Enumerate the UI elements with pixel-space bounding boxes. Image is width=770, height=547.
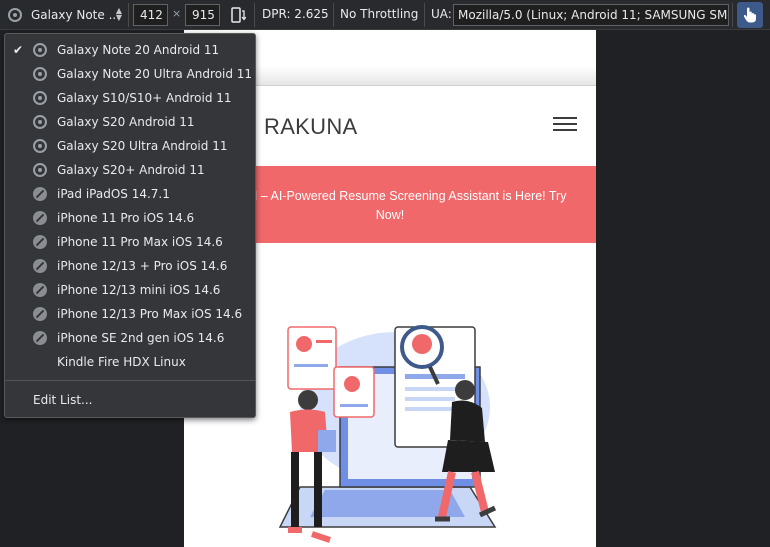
chrome-icon (33, 115, 47, 129)
device-option[interactable]: Kindle Fire HDX Linux (5, 350, 255, 374)
device-option[interactable]: Galaxy S20 Ultra Android 11 (5, 134, 255, 158)
touch-toggle-button[interactable] (737, 2, 763, 28)
device-select-label: Galaxy Note ... (31, 7, 121, 22)
safari-icon (33, 307, 47, 321)
dimension-separator: × (172, 7, 182, 20)
height-input[interactable]: 915 (185, 4, 220, 26)
device-option-label: iPhone 12/13 + Pro iOS 14.6 (57, 259, 228, 273)
device-option[interactable]: iPhone SE 2nd gen iOS 14.6 (5, 326, 255, 350)
device-option-label: Galaxy S20+ Android 11 (57, 163, 205, 177)
device-option[interactable]: iPhone 12/13 mini iOS 14.6 (5, 278, 255, 302)
width-input[interactable]: 412 (133, 4, 168, 26)
device-option-label: Galaxy Note 20 Android 11 (57, 43, 220, 57)
chrome-icon (33, 139, 47, 153)
select-arrows-icon: ▲ ▼ (115, 6, 122, 22)
toolbar-divider (128, 3, 129, 27)
safari-icon (33, 235, 47, 249)
device-option-label: Galaxy S20 Android 11 (57, 115, 195, 129)
ua-label: UA: (431, 7, 452, 21)
device-option[interactable]: Galaxy S20 Android 11 (5, 110, 255, 134)
throttling-select[interactable]: No Throttling (340, 7, 418, 21)
device-option[interactable]: iPhone 11 Pro iOS 14.6 (5, 206, 255, 230)
toolbar-divider (732, 3, 733, 27)
device-option[interactable]: iPhone 12/13 Pro Max iOS 14.6 (5, 302, 255, 326)
safari-icon (33, 283, 47, 297)
checkmark-icon: ✔ (13, 43, 24, 57)
touch-hand-icon (743, 7, 756, 23)
device-select[interactable]: Galaxy Note ... ▲ ▼ (4, 3, 126, 26)
device-option-label: Kindle Fire HDX Linux (57, 355, 186, 369)
dpr-select[interactable]: DPR: 2.625 (262, 7, 329, 21)
toolbar-divider (333, 3, 334, 27)
device-option-label: Galaxy S10/S10+ Android 11 (57, 91, 232, 105)
safari-icon (33, 331, 47, 345)
chrome-icon (33, 43, 47, 57)
device-option-label: iPad iPadOS 14.7.1 (57, 187, 170, 201)
device-option[interactable]: Galaxy Note 20 Ultra Android 11 (5, 62, 255, 86)
device-option[interactable]: Galaxy S20+ Android 11 (5, 158, 255, 182)
rotate-icon[interactable] (230, 6, 246, 24)
edit-list-item[interactable]: Edit List... (33, 393, 92, 407)
chrome-icon (33, 67, 47, 81)
chrome-icon (33, 163, 47, 177)
device-option-label: iPhone SE 2nd gen iOS 14.6 (57, 331, 225, 345)
device-option-label: iPhone 11 Pro iOS 14.6 (57, 211, 195, 225)
device-option-label: iPhone 11 Pro Max iOS 14.6 (57, 235, 223, 249)
site-logo[interactable]: RAKUNA (264, 114, 358, 140)
hero-illustration (278, 325, 497, 543)
device-toolbar: Galaxy Note ... ▲ ▼ 412 × 915 DPR: 2.625 … (0, 0, 770, 30)
device-option-label: iPhone 12/13 mini iOS 14.6 (57, 283, 221, 297)
device-option[interactable]: iPhone 11 Pro Max iOS 14.6 (5, 230, 255, 254)
device-option[interactable]: ✔ Galaxy Note 20 Android 11 (5, 38, 255, 62)
device-option-label: Galaxy Note 20 Ultra Android 11 (57, 67, 253, 81)
safari-icon (33, 187, 47, 201)
toolbar-divider (424, 3, 425, 27)
menu-divider (5, 380, 255, 381)
safari-icon (33, 211, 47, 225)
menu-icon[interactable] (553, 117, 577, 131)
device-option-label: iPhone 12/13 Pro Max iOS 14.6 (57, 307, 243, 321)
toolbar-divider (254, 3, 255, 27)
chrome-icon (33, 91, 47, 105)
device-option-label: Galaxy S20 Ultra Android 11 (57, 139, 228, 153)
device-option[interactable]: Galaxy S10/S10+ Android 11 (5, 86, 255, 110)
device-option[interactable]: iPhone 12/13 + Pro iOS 14.6 (5, 254, 255, 278)
safari-icon (33, 259, 47, 273)
user-agent-input[interactable]: Mozilla/5.0 (Linux; Android 11; SAMSUNG … (453, 4, 729, 26)
device-option[interactable]: iPad iPadOS 14.7.1 (5, 182, 255, 206)
device-dropdown-menu: ✔ Galaxy Note 20 Android 11 Galaxy Note … (4, 33, 256, 418)
chrome-icon (8, 7, 22, 22)
